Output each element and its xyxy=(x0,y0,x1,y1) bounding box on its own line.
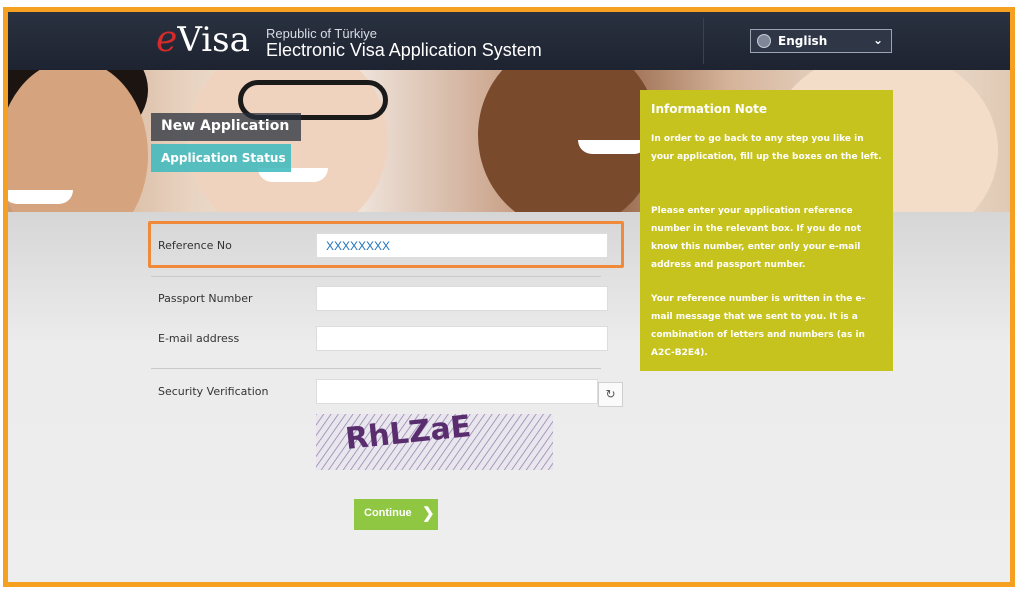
refresh-icon[interactable]: ↻ xyxy=(598,382,623,407)
header-bar: eVisa Republic of Türkiye Electronic Vis… xyxy=(8,12,1010,70)
continue-button[interactable]: Continue ❯ xyxy=(354,499,438,530)
info-note-title: Information Note xyxy=(651,102,767,116)
globe-icon xyxy=(757,34,771,48)
captcha-image: RhLZaE xyxy=(316,414,553,470)
logo-visa: Visa xyxy=(177,20,250,60)
info-note-paragraph: Please enter your application reference … xyxy=(651,206,862,270)
reference-value: XXXXXXXX xyxy=(326,239,391,253)
language-select[interactable]: English ⌄ xyxy=(750,29,892,53)
nav-new-application[interactable]: New Application xyxy=(151,113,301,141)
email-label: E-mail address xyxy=(158,332,240,345)
reference-input[interactable]: XXXXXXXX xyxy=(316,233,608,258)
reference-label: Reference No xyxy=(158,239,232,252)
information-note: Information Note In order to go back to … xyxy=(640,90,893,371)
security-label: Security Verification xyxy=(158,385,269,398)
info-note-paragraph: In order to go back to any step you like… xyxy=(651,134,882,162)
nav-new-application-label: New Application xyxy=(161,118,290,134)
logo-e: e xyxy=(156,19,178,60)
language-label: English xyxy=(778,34,828,48)
security-input[interactable] xyxy=(316,379,598,404)
hero-photo-smile-2 xyxy=(578,140,648,154)
app-frame: eVisa Republic of Türkiye Electronic Vis… xyxy=(3,7,1015,587)
evisa-logo[interactable]: eVisa xyxy=(156,19,250,61)
email-input[interactable] xyxy=(316,326,608,351)
info-note-paragraph: Your reference number is written in the … xyxy=(651,294,866,358)
header-divider xyxy=(703,18,704,64)
passport-input[interactable] xyxy=(316,286,608,311)
chevron-right-icon: ❯ xyxy=(422,505,435,522)
divider xyxy=(151,276,601,277)
nav-application-status[interactable]: Application Status xyxy=(151,144,291,172)
chevron-down-icon: ⌄ xyxy=(872,33,883,47)
footer-strip xyxy=(8,586,1010,587)
nav-application-status-label: Application Status xyxy=(161,151,286,165)
hero-photo-smile-3 xyxy=(8,190,73,204)
passport-label: Passport Number xyxy=(158,292,253,305)
header-subtitle: Republic of Türkiye xyxy=(266,26,378,41)
continue-label: Continue xyxy=(364,507,412,519)
header-title: Electronic Visa Application System xyxy=(266,40,542,60)
divider xyxy=(151,368,601,369)
